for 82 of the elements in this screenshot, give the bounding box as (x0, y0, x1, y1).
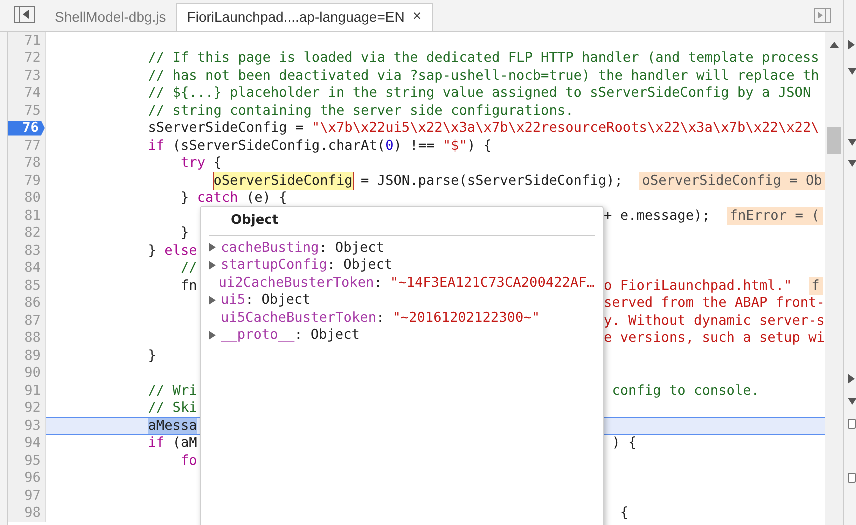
code-comment: // has not been deactivated via ?sap-ushell-nocb=true) the handler will replace th (148, 67, 820, 84)
code-text: = JSON.parse(sServerSideConfig); (361, 172, 624, 190)
expand-arrow-icon[interactable] (209, 296, 216, 305)
property-value: Object (344, 256, 393, 276)
code-text: fn (180, 277, 198, 294)
file-tab[interactable]: FioriLaunchpad....ap-language=EN × (176, 3, 433, 31)
code-text: + e.message); (604, 207, 712, 224)
code-text: } (180, 224, 190, 242)
code-comment: // ${...} placeholder in the string value assigned to sServerSideConfig by a JSON (148, 84, 812, 102)
checkbox-icon[interactable] (848, 473, 856, 483)
collapse-icon[interactable] (848, 68, 856, 75)
property-value: "~20161202122300~" (392, 308, 540, 328)
property-name: ui5CacheBusterToken (221, 308, 376, 328)
code-string: e versions, such a setup wi (604, 330, 825, 347)
code-keyword: catch (197, 190, 238, 207)
property-name: __proto__ (221, 326, 295, 346)
code-text: { (620, 504, 629, 522)
expand-arrow-icon[interactable] (209, 260, 216, 270)
inline-value: fnError = ( (726, 207, 823, 224)
expand-icon[interactable] (848, 40, 855, 50)
colon: : (376, 308, 385, 328)
code-comment: // Ski (148, 400, 198, 417)
code-string: o FioriLaunchpad.html." (604, 277, 794, 294)
code-text: ) { (612, 434, 637, 452)
code-comment: // If this page is loaded via the dedicated FLP HTTP handler (and template process (148, 50, 820, 67)
code-string: y. Without dynamic server-s (604, 312, 825, 330)
property-name: ui5 (221, 291, 246, 310)
colon: : (294, 326, 303, 346)
scrollbar-thumb[interactable] (827, 127, 841, 154)
code-text: } (148, 242, 158, 260)
code-text: { (214, 154, 222, 172)
file-tab[interactable]: ShellModel-dbg.js (45, 3, 176, 31)
property-value: Object (310, 326, 360, 346)
property-name: ui2CacheBusterToken (218, 274, 374, 293)
code-string: served from the ABAP front- (604, 294, 825, 312)
code-text: (sServerSideConfig.charAt( (172, 137, 386, 154)
code-text: sServerSideConfig = (148, 120, 305, 137)
property-name: cacheBusting (221, 238, 320, 258)
close-tab-button[interactable]: × (412, 6, 422, 29)
colon: : (319, 238, 328, 258)
code-text: (e) { (246, 190, 288, 207)
checkbox-icon[interactable] (848, 419, 856, 429)
inline-value: oServerSideConfig = Ob (639, 172, 825, 190)
panel-toggle-icon[interactable] (814, 8, 831, 23)
expand-arrow-icon[interactable] (209, 243, 216, 252)
property-value: Object (262, 291, 311, 310)
code-comment: config to console. (612, 382, 760, 400)
expand-arrow-icon[interactable] (209, 330, 216, 340)
code-number: 0 (386, 137, 394, 154)
code-keyword: if (148, 434, 165, 452)
colon: : (246, 291, 254, 310)
property-name: startupConfig (221, 256, 328, 276)
code-text: } (148, 347, 156, 364)
code-keyword: fo (180, 452, 198, 470)
popover-title: Object (231, 212, 279, 230)
code-string: "$" (442, 137, 468, 154)
scrollbar[interactable] (825, 32, 843, 525)
code-comment: // string containing the server side configurations. (148, 102, 574, 120)
property-value: "~14F3EA121C73CA200422AF… (390, 274, 595, 293)
code-comment: // Wri (148, 382, 198, 400)
code-keyword: else (164, 242, 198, 260)
scroll-up-icon[interactable] (830, 42, 839, 48)
code-keyword: try (180, 154, 206, 172)
colon: : (327, 256, 336, 276)
collapse-icon[interactable] (848, 398, 856, 405)
colon: : (374, 274, 382, 293)
property-value: Object (335, 238, 385, 258)
code-keyword: if (148, 137, 165, 154)
selected-text: aMessa (148, 418, 198, 434)
code-text: (aM (172, 434, 198, 452)
breakpoint-marker[interactable]: 76 (8, 120, 45, 136)
collapse-icon[interactable] (848, 139, 856, 146)
hovered-variable: oServerSideConfig (214, 172, 353, 190)
collapse-icon[interactable] (848, 160, 856, 167)
code-text: ) !== (394, 137, 436, 154)
inline-value: f (808, 277, 823, 294)
sidebar-toggle-icon[interactable] (14, 6, 35, 23)
code-text: } (180, 190, 190, 207)
code-comment: // (180, 260, 198, 277)
expand-icon[interactable] (848, 374, 855, 384)
code-string: "\x7b\x22ui5\x22\x3a\x7b\x22resourceRoots\x22\x3a\x7b\x22\x22\ (312, 120, 820, 137)
code-text: ) { (467, 137, 492, 154)
